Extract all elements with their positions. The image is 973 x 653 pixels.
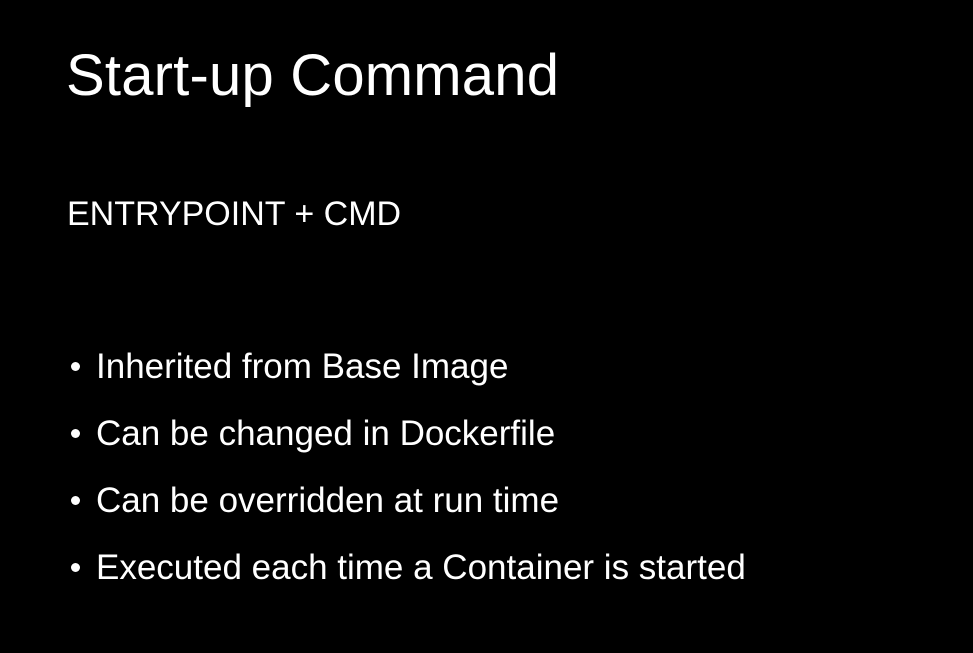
bullet-text: Executed each time a Container is starte… xyxy=(96,548,746,587)
bullet-item: Executed each time a Container is starte… xyxy=(66,534,746,601)
bullet-item: Inherited from Base Image xyxy=(66,333,746,400)
bullet-list: Inherited from Base Image Can be changed… xyxy=(66,333,746,601)
slide: Start-up Command ENTRYPOINT + CMD Inheri… xyxy=(0,0,973,653)
bullet-icon xyxy=(71,429,80,438)
slide-subtitle: ENTRYPOINT + CMD xyxy=(67,195,402,233)
bullet-icon xyxy=(71,563,80,572)
bullet-item: Can be overridden at run time xyxy=(66,467,746,534)
bullet-icon xyxy=(71,496,80,505)
bullet-text: Can be overridden at run time xyxy=(96,481,560,520)
bullet-text: Inherited from Base Image xyxy=(96,347,509,386)
bullet-item: Can be changed in Dockerfile xyxy=(66,400,746,467)
bullet-text: Can be changed in Dockerfile xyxy=(96,414,556,453)
bullet-icon xyxy=(71,362,80,371)
slide-title: Start-up Command xyxy=(66,43,560,108)
